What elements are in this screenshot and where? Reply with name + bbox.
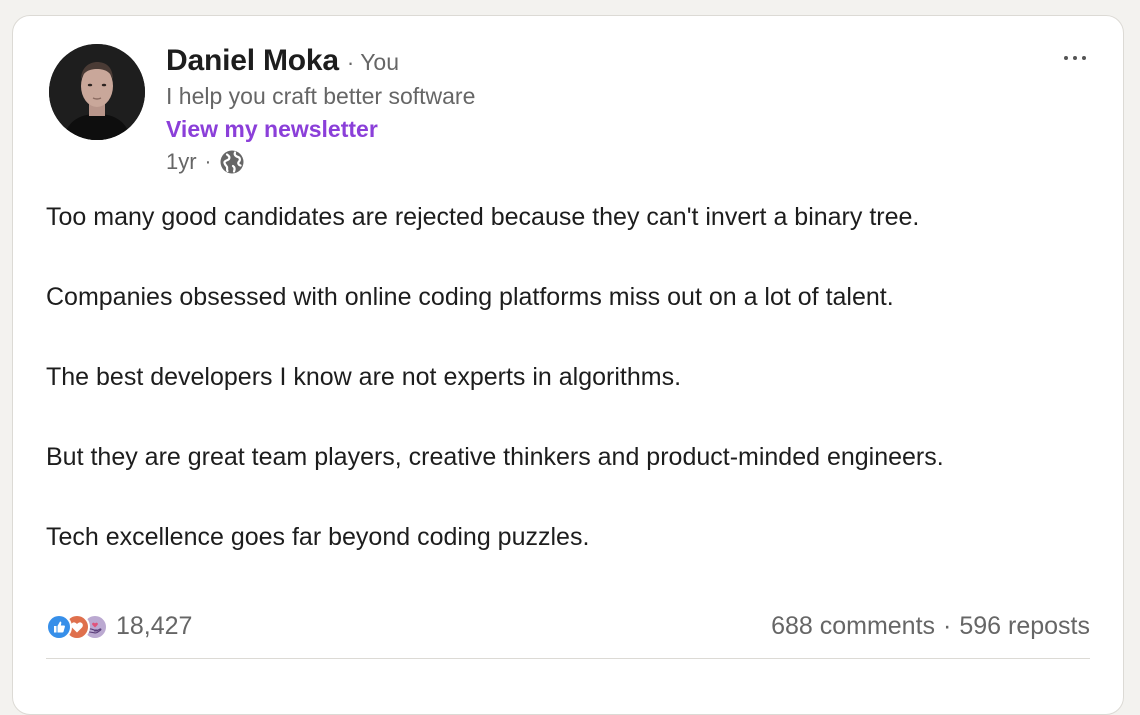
post-card: Daniel Moka · You I help you craft bette… <box>12 15 1124 715</box>
reaction-count[interactable]: 18,427 <box>116 612 192 641</box>
post-meta: 1yr · <box>166 149 245 175</box>
reactions-summary[interactable]: 18,427 <box>46 612 192 641</box>
view-newsletter-link[interactable]: View my newsletter <box>166 116 378 143</box>
post-paragraph: Too many good candidates are rejected be… <box>46 203 920 231</box>
dot-icon <box>1082 56 1086 60</box>
engagement-summary: 688 comments · 596 reposts <box>771 612 1090 641</box>
name-separator-dot: · <box>346 50 355 75</box>
author-headline: I help you craft better software <box>166 83 476 109</box>
author-name-row: Daniel Moka · You <box>166 44 399 78</box>
post-paragraph: Companies obsessed with online coding pl… <box>46 283 894 311</box>
post-time[interactable]: 1yr <box>166 149 197 175</box>
reposts-count-link[interactable]: 596 reposts <box>959 612 1090 641</box>
post-paragraph: The best developers I know are not exper… <box>46 363 682 391</box>
author-name[interactable]: Daniel Moka <box>166 44 339 78</box>
dot-icon <box>1064 56 1068 60</box>
post-text: Too many good candidates are rejected be… <box>46 197 1096 557</box>
post-paragraph: Tech excellence goes far beyond coding p… <box>46 523 590 551</box>
engagement-separator: · <box>943 612 952 640</box>
globe-icon <box>219 149 245 175</box>
author-avatar[interactable] <box>49 44 145 140</box>
reaction-icons <box>46 613 108 640</box>
like-icon <box>46 613 72 640</box>
relation-label: You <box>360 49 399 75</box>
divider <box>46 658 1090 659</box>
comments-count-link[interactable]: 688 comments <box>771 612 935 641</box>
meta-separator-dot: · <box>204 150 212 173</box>
more-options-icon[interactable] <box>1055 46 1095 70</box>
dot-icon <box>1073 56 1077 60</box>
post-paragraph: But they are great team players, creativ… <box>46 443 944 471</box>
